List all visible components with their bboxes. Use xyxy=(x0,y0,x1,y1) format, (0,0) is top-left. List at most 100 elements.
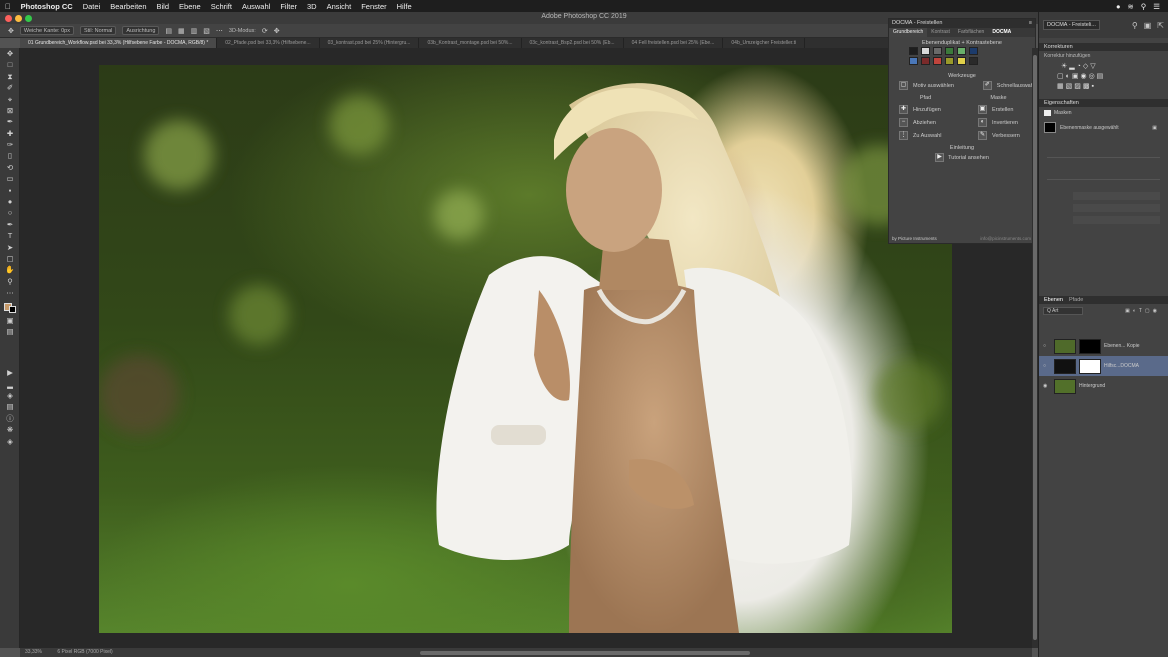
feather-field[interactable]: Weiche Kante: 0px xyxy=(19,26,74,35)
pfad-abziehen-button[interactable]: Abziehen xyxy=(913,120,968,126)
status-icon[interactable]: ● xyxy=(1116,2,1121,11)
menu-filter[interactable]: Filter xyxy=(275,2,302,11)
tab-document-7[interactable]: 04b_Umzeigcher Freisteller.ti xyxy=(723,38,806,48)
add-path-icon[interactable]: ✚ xyxy=(899,105,908,114)
panel-menu-icon[interactable]: ≡ xyxy=(1029,19,1032,28)
pfade-tab[interactable]: Pfade xyxy=(1069,296,1083,304)
menu-bearbeiten[interactable]: Bearbeiten xyxy=(105,2,151,11)
pen-tool-icon[interactable]: ✒ xyxy=(0,219,20,230)
layer-mask-thumbnail[interactable] xyxy=(1079,338,1101,354)
quick-selection-tool-icon[interactable]: ✐ xyxy=(0,82,20,93)
tutorial-play-icon[interactable]: ▶ xyxy=(935,153,945,162)
select-subject-icon[interactable]: ▢ xyxy=(899,81,908,90)
layer-visibility-eye-icon[interactable]: ◉ xyxy=(1043,383,1051,389)
color-swatch[interactable] xyxy=(945,47,954,55)
plugin-panel-tab[interactable]: DOCMA - Freisteli... xyxy=(1043,20,1100,30)
workspace-icon[interactable]: ▣ xyxy=(1144,21,1152,30)
alignment-toggle[interactable]: Ausrichtung xyxy=(122,26,160,35)
color-swatch[interactable] xyxy=(933,57,942,65)
zoom-tool-icon[interactable]: ⚲ xyxy=(0,276,20,287)
layer-row[interactable]: ○ Hilfsc...DOCMA xyxy=(1039,356,1168,376)
marquee-tool-icon[interactable]: □ xyxy=(0,59,20,70)
tab-grundbereich[interactable]: Grundbereich xyxy=(889,28,928,37)
color-range-button[interactable] xyxy=(1073,204,1160,212)
brush-tool-icon[interactable]: ✑ xyxy=(0,139,20,150)
eigenschaften-title[interactable]: Eigenschaften xyxy=(1044,99,1079,107)
subtract-path-icon[interactable]: − xyxy=(899,118,908,127)
quick-selection-icon[interactable]: ✐ xyxy=(982,81,992,90)
color-swatch[interactable] xyxy=(909,57,918,65)
color-swatch[interactable] xyxy=(969,47,978,55)
align-right-icon[interactable]: ▥ xyxy=(191,27,198,35)
type-tool-icon[interactable]: T xyxy=(0,230,20,241)
color-swatch[interactable] xyxy=(969,57,978,65)
color-swatch[interactable] xyxy=(945,57,954,65)
pfad-zu-auswahl-button[interactable]: Zu Auswahl xyxy=(913,133,968,139)
more-tools-icon[interactable]: ⋯ xyxy=(0,287,20,298)
color-swatch[interactable] xyxy=(921,57,930,65)
path-selection-tool-icon[interactable]: ➤ xyxy=(0,242,20,253)
wifi-icon[interactable]: ≋ xyxy=(1127,2,1133,11)
notification-icon[interactable]: ☰ xyxy=(1153,2,1160,11)
tab-document-4[interactable]: 03b_Kontrast_montage.psd bei 50%... xyxy=(419,38,522,48)
color-swatch[interactable] xyxy=(933,47,942,55)
tab-docma[interactable]: DOCMA xyxy=(988,28,1015,37)
dodge-tool-icon[interactable]: ○ xyxy=(0,207,20,218)
style-select[interactable]: Stil: Normal xyxy=(79,26,117,35)
invert-mask-icon[interactable]: ◐ xyxy=(978,118,987,127)
tutorial-button[interactable]: Tutorial ansehen xyxy=(948,155,989,161)
color-swatch[interactable] xyxy=(909,47,918,55)
layer-kind-filter[interactable]: Q Art xyxy=(1043,307,1083,315)
layer-mask-thumbnail[interactable] xyxy=(1079,358,1101,374)
menu-auswahl[interactable]: Auswahl xyxy=(237,2,275,11)
density-slider[interactable] xyxy=(1047,148,1160,158)
horizontal-scroll-thumb[interactable] xyxy=(420,651,750,655)
tab-document-3[interactable]: 03_kontrast.psd bei 25% (Hintergru... xyxy=(320,38,420,48)
menu-fenster[interactable]: Fenster xyxy=(356,2,391,11)
docma-footer-email[interactable]: info@picinstruments.com xyxy=(980,236,1031,241)
ebenen-tab[interactable]: Ebenen xyxy=(1044,296,1063,304)
color-swatch[interactable] xyxy=(921,47,930,55)
eyedropper-tool-icon[interactable]: ✒ xyxy=(0,116,20,127)
layer-name[interactable]: Ebenen... Kopie xyxy=(1104,343,1140,349)
tab-farbflaechen[interactable]: Farbflächen xyxy=(954,28,988,37)
eraser-tool-icon[interactable]: ▭ xyxy=(0,173,20,184)
rectangle-tool-icon[interactable]: ▢ xyxy=(0,253,20,264)
move-tool-preset-icon[interactable]: ✥ xyxy=(8,27,14,35)
layer-row[interactable]: ◉ Hintergrund xyxy=(1039,376,1168,396)
menu-photoshop[interactable]: Photoshop CC xyxy=(16,2,78,11)
zoom-level[interactable]: 33,33% xyxy=(25,649,42,655)
search-icon[interactable]: ⚲ xyxy=(1132,21,1138,30)
3d-pan-icon[interactable]: ✥ xyxy=(274,27,280,35)
align-center-icon[interactable]: ▦ xyxy=(178,27,185,35)
refine-mask-icon[interactable]: ✎ xyxy=(978,131,987,140)
vertical-scroll-thumb[interactable] xyxy=(1033,55,1037,640)
more-options-icon[interactable]: ⋯ xyxy=(216,27,223,35)
maske-erstellen-button[interactable]: Erstellen xyxy=(992,107,1013,113)
spotlight-search-icon[interactable]: ⚲ xyxy=(1141,2,1147,11)
blur-tool-icon[interactable]: ● xyxy=(0,196,20,207)
invert-button[interactable] xyxy=(1073,216,1160,224)
menu-hilfe[interactable]: Hilfe xyxy=(392,2,417,11)
align-left-icon[interactable]: ▤ xyxy=(165,27,172,35)
adjustment-icons-row-3[interactable]: ▦▧▨▩▪ xyxy=(1039,81,1168,91)
document-canvas-image[interactable] xyxy=(99,65,952,633)
menu-datei[interactable]: Datei xyxy=(78,2,106,11)
layer-filter-icons[interactable]: ▣◐T▢◉ xyxy=(1125,308,1164,314)
screen-mode-icon[interactable]: ▤ xyxy=(0,326,20,337)
layer-visibility-eye-icon[interactable]: ○ xyxy=(1043,343,1051,349)
adjustment-icons-row-1[interactable]: ☀▂◔◇▽ xyxy=(1039,61,1168,71)
tab-document-2[interactable]: 02_Pfade.psd bei 33,3% (Hilfsebene... xyxy=(217,38,320,48)
gradient-tool-icon[interactable]: ▪ xyxy=(0,185,20,196)
tab-document-6[interactable]: 04 Fell freistellen.psd bei 25% (Ebe... xyxy=(624,38,724,48)
color-swatches-icon[interactable] xyxy=(0,299,20,315)
share-icon[interactable]: ⇱ xyxy=(1157,21,1168,30)
menu-3d[interactable]: 3D xyxy=(302,2,322,11)
frame-tool-icon[interactable]: ⊠ xyxy=(0,105,20,116)
adjustments-icon[interactable]: ◈ xyxy=(0,390,20,401)
apple-icon[interactable]:  xyxy=(0,2,16,11)
move-tool-icon[interactable]: ✥ xyxy=(0,48,20,59)
hand-tool-icon[interactable]: ✋ xyxy=(0,264,20,275)
select-and-mask-button[interactable] xyxy=(1073,192,1160,200)
lasso-tool-icon[interactable]: ⧗ xyxy=(0,71,20,82)
